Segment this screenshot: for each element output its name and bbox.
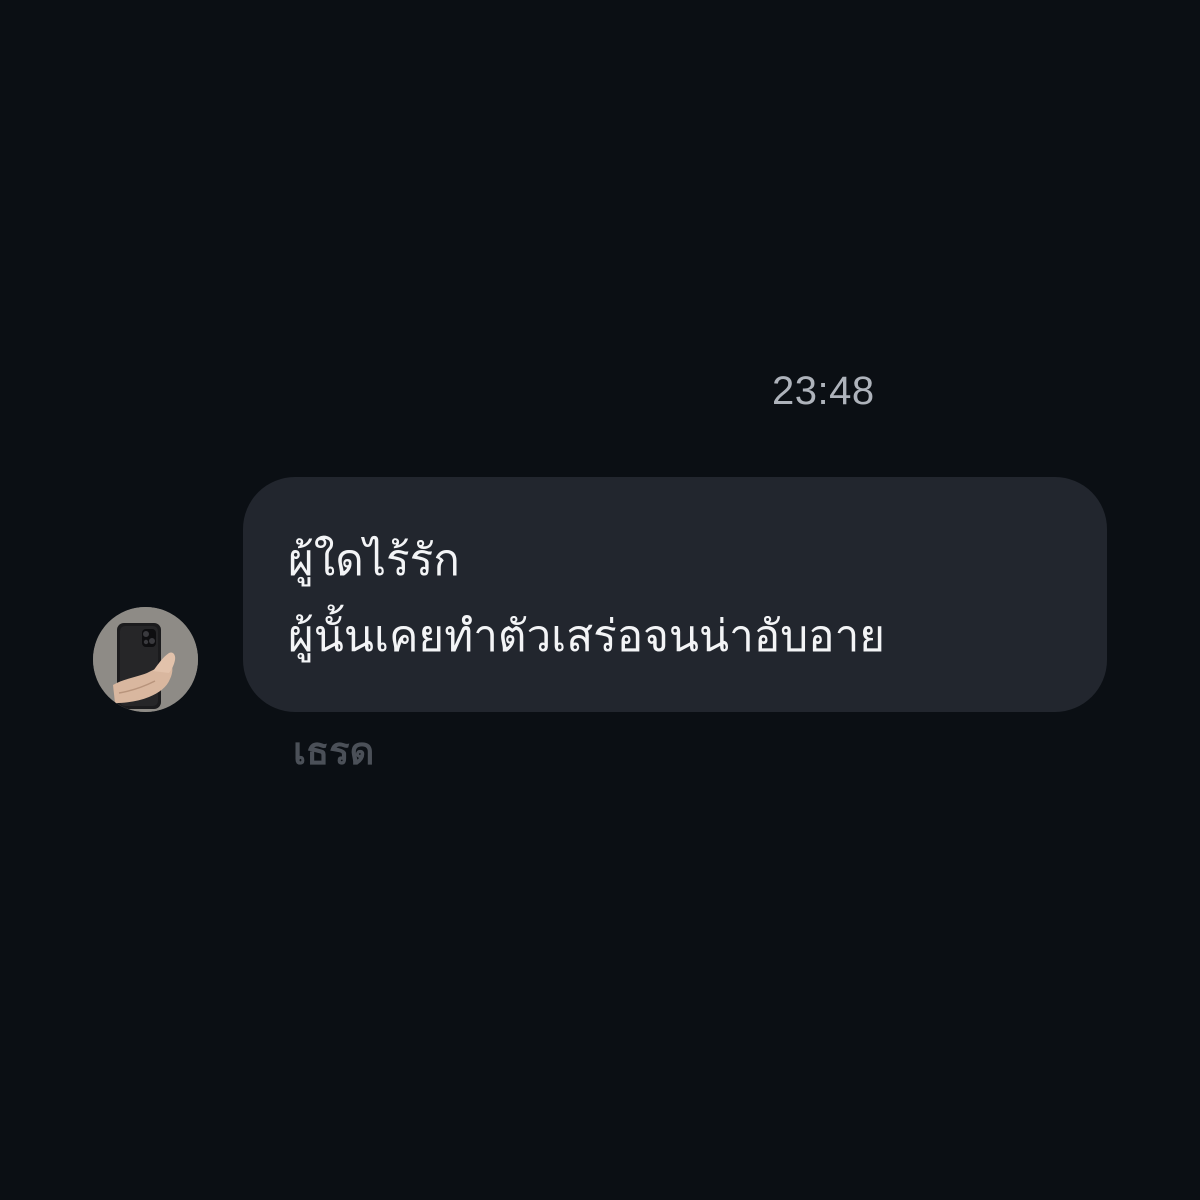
message-text-line-1: ผู้ใดไร้รัก: [288, 535, 460, 586]
message-row: ผู้ใดไร้รัก ผู้นั้นเคยทำตัวเสร่อจนน่าอับ…: [0, 0, 1200, 1200]
message-status: เธรด: [293, 729, 375, 773]
profile-photo-icon: [93, 607, 198, 712]
avatar[interactable]: [93, 607, 198, 712]
message-bubble[interactable]: ผู้ใดไร้รัก ผู้นั้นเคยทำตัวเสร่อจนน่าอับ…: [243, 477, 1107, 712]
message-text-line-2: ผู้นั้นเคยทำตัวเสร่อจนน่าอับอาย: [288, 611, 886, 662]
chat-screen: 23:48 ผู้ใดไร้รัก ผู้นั้นเคยทำตัวเสร่อจน…: [0, 0, 1200, 1200]
